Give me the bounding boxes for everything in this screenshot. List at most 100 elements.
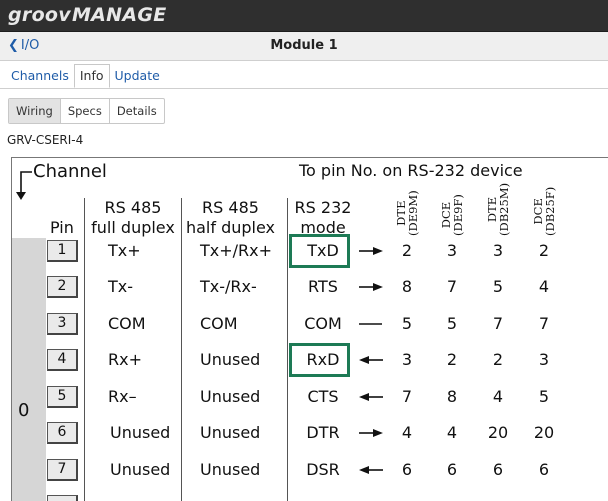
rs232-signal-3: COM xyxy=(304,314,342,333)
dce-de9f-2: 7 xyxy=(446,277,458,296)
pin-box-8 xyxy=(47,495,78,501)
dte-de9m-1: 2 xyxy=(401,241,413,260)
pin-box-1: 1 xyxy=(47,240,78,262)
half-duplex-1: Tx+/Rx+ xyxy=(200,241,273,260)
dte-db25m-1: 3 xyxy=(492,241,504,260)
dte-db25m-7: 6 xyxy=(492,460,504,479)
dte-db25m-2: 5 xyxy=(492,277,504,296)
separator-half xyxy=(287,198,288,501)
arrow-left-icon xyxy=(359,466,383,474)
tab-divider xyxy=(0,88,608,89)
arrow-right-icon xyxy=(359,247,383,255)
dce-db25f-3: 7 xyxy=(538,314,550,333)
dce-de9f-5: 8 xyxy=(446,387,458,406)
app-header: groovMANAGE xyxy=(0,0,608,32)
pin-box-4: 4 xyxy=(47,349,78,371)
header-dte-de9m: DTE (DE9M) xyxy=(394,190,420,236)
dce-db25f-6: 20 xyxy=(533,423,555,442)
module-model: GRV-CSERI-4 xyxy=(7,133,84,147)
wiring-diagram: Channel To pin No. on RS-232 device Pin … xyxy=(11,157,608,501)
arrow-left-icon xyxy=(359,356,383,364)
separator-full xyxy=(181,198,182,501)
pin-box-5: 5 xyxy=(47,386,78,408)
pin-box-3: 3 xyxy=(47,313,78,335)
header-dce-db25f: DCE (DB25F) xyxy=(531,186,557,236)
dte-db25m-3: 7 xyxy=(492,314,504,333)
full-duplex-3: COM xyxy=(108,314,146,333)
subtab-specs[interactable]: Specs xyxy=(61,99,110,123)
main-tabs: Channels Info Update xyxy=(6,64,165,89)
half-duplex-3: COM xyxy=(200,314,238,333)
dte-db25m-4: 2 xyxy=(492,350,504,369)
dce-db25f-4: 3 xyxy=(538,350,550,369)
dte-de9m-5: 7 xyxy=(401,387,413,406)
rs232-signal-1: TxD xyxy=(307,241,339,260)
header-rs232-mode: RS 232 mode xyxy=(290,198,356,238)
tab-update[interactable]: Update xyxy=(110,65,165,87)
dte-de9m-2: 8 xyxy=(401,277,413,296)
rs232-signal-6: DTR xyxy=(306,423,340,442)
channel-column-shade xyxy=(12,238,46,501)
half-duplex-7: Unused xyxy=(200,460,261,479)
header-dte-db25m: DTE (DB25M) xyxy=(485,182,511,236)
dce-de9f-1: 3 xyxy=(446,241,458,260)
half-duplex-2: Tx-/Rx- xyxy=(200,277,257,296)
dte-de9m-3: 5 xyxy=(401,314,413,333)
header-dce-db25f-line2: (DB25F) xyxy=(543,186,557,236)
dce-db25f-5: 5 xyxy=(538,387,550,406)
subtab-details[interactable]: Details xyxy=(110,99,164,123)
pin-box-6: 6 xyxy=(47,422,78,444)
info-subtabs: Wiring Specs Details xyxy=(8,98,165,124)
header-rs232-line1: RS 232 xyxy=(294,198,352,217)
full-duplex-5: Rx– xyxy=(108,387,137,406)
half-duplex-6: Unused xyxy=(200,423,261,442)
rs232-signal-2: RTS xyxy=(308,277,338,296)
separator-pin xyxy=(84,198,85,501)
channel-label: Channel xyxy=(33,161,107,182)
dte-de9m-6: 4 xyxy=(401,423,413,442)
header-dce-de9f-line2: (DE9F) xyxy=(451,194,465,236)
tab-info[interactable]: Info xyxy=(73,64,110,88)
header-rs485-full-line2: full duplex xyxy=(91,218,175,237)
arrow-left-icon xyxy=(359,393,383,401)
subtab-wiring[interactable]: Wiring xyxy=(9,99,61,123)
groov-manage-logo: groovMANAGE xyxy=(8,4,167,26)
dce-db25f-7: 6 xyxy=(538,460,550,479)
dce-db25f-1: 2 xyxy=(538,241,550,260)
full-duplex-2: Tx- xyxy=(108,277,134,296)
dce-de9f-7: 6 xyxy=(446,460,458,479)
pin-box-7: 7 xyxy=(47,459,78,481)
full-duplex-4: Rx+ xyxy=(108,350,142,369)
dce-de9f-6: 4 xyxy=(446,423,458,442)
header-rs485-full: RS 485 full duplex xyxy=(88,198,178,238)
arrow-right-icon xyxy=(359,283,383,291)
half-duplex-5: Unused xyxy=(200,387,261,406)
dce-de9f-4: 2 xyxy=(446,350,458,369)
rs232-signal-4: RxD xyxy=(306,350,340,369)
channel-number: 0 xyxy=(18,400,30,421)
arrow-right-icon xyxy=(359,429,383,437)
header-rs485-half-line1: RS 485 xyxy=(202,198,259,217)
rs232-signal-7: DSR xyxy=(306,460,340,479)
full-duplex-6: Unused xyxy=(110,423,171,442)
half-duplex-4: Unused xyxy=(200,350,261,369)
dte-de9m-4: 3 xyxy=(401,350,413,369)
rs232-signal-5: CTS xyxy=(307,387,339,406)
dte-db25m-5: 4 xyxy=(492,387,504,406)
tab-channels[interactable]: Channels xyxy=(6,65,74,87)
header-rs485-half: RS 485 half duplex xyxy=(183,198,278,238)
pin-box-2: 2 xyxy=(47,276,78,298)
header-dte-de9m-line2: (DE9M) xyxy=(406,190,420,236)
dte-de9m-7: 6 xyxy=(401,460,413,479)
brand-part1: groov xyxy=(8,4,71,26)
brand-part2: MANAGE xyxy=(71,4,167,26)
dte-db25m-6: 20 xyxy=(487,423,509,442)
header-rs485-half-line2: half duplex xyxy=(185,218,276,237)
header-dte-db25m-line2: (DB25M) xyxy=(497,182,511,236)
full-duplex-1: Tx+ xyxy=(108,241,141,260)
to-pin-label: To pin No. on RS-232 device xyxy=(299,161,523,180)
header-dce-de9f: DCE (DE9F) xyxy=(439,194,465,236)
header-rs485-full-line1: RS 485 xyxy=(104,198,162,217)
dce-db25f-2: 4 xyxy=(538,277,550,296)
title-bar: ❮ I/O Module 1 xyxy=(0,32,608,61)
